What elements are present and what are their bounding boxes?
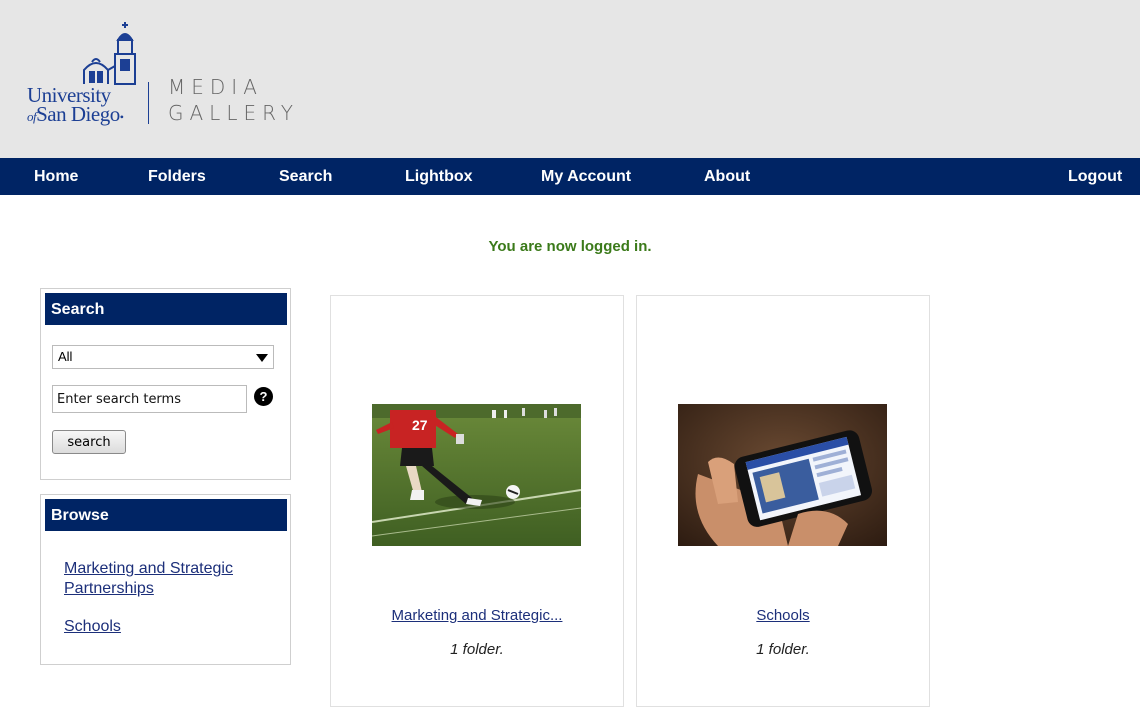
browse-panel-title: Browse <box>45 499 287 531</box>
title-line2: GALLERY <box>168 101 299 125</box>
search-panel-title: Search <box>45 293 287 325</box>
svg-text:27: 27 <box>412 417 428 433</box>
search-scope-value: All <box>58 349 73 364</box>
browse-link-schools[interactable]: Schools <box>64 617 121 637</box>
university-logo-text: University ofSan Diego• <box>27 85 167 127</box>
folder-count-marketing: 1 folder. <box>450 641 504 658</box>
nav-search[interactable]: Search <box>279 158 332 195</box>
browse-link-marketing[interactable]: Marketing and Strategic Partnerships <box>64 559 233 599</box>
folder-link-marketing[interactable]: Marketing and Strategic... <box>331 607 623 624</box>
search-panel: Search All ? search <box>40 288 291 480</box>
help-icon[interactable]: ? <box>254 387 273 406</box>
soccer-player-photo[interactable]: 27 <box>372 404 581 546</box>
folder-card-marketing: 27 Marketing and Strategic... 1 folder. <box>330 295 624 707</box>
logo-of: of <box>27 109 37 124</box>
folder-link-schools[interactable]: Schools <box>637 607 929 624</box>
folder-card-schools: Schools 1 folder. <box>636 295 930 707</box>
media-gallery-title: MEDIA GALLERY <box>168 74 299 126</box>
nav-lightbox[interactable]: Lightbox <box>405 158 473 195</box>
main-nav: Home Folders Search Lightbox My Account … <box>0 158 1140 195</box>
mission-bell-tower-logo-icon <box>83 22 136 85</box>
browse-panel: Browse Marketing and Strategic Partnersh… <box>40 494 291 665</box>
smartphone-photo[interactable] <box>678 404 887 546</box>
nav-logout[interactable]: Logout <box>1068 158 1122 195</box>
browse-link-marketing-line1: Marketing and Strategic <box>64 560 233 577</box>
folder-count-schools: 1 folder. <box>756 641 810 658</box>
nav-about[interactable]: About <box>704 158 750 195</box>
search-scope-select[interactable]: All <box>52 345 274 369</box>
logo-divider <box>148 82 149 124</box>
login-status-message: You are now logged in. <box>488 238 652 255</box>
nav-my-account[interactable]: My Account <box>541 158 631 195</box>
logo-line2: San Diego <box>36 102 120 126</box>
search-button[interactable]: search <box>52 430 126 454</box>
site-header: University ofSan Diego• MEDIA GALLERY <box>0 0 1140 158</box>
browse-link-marketing-line2: Partnerships <box>64 580 154 597</box>
logo-dot-icon: • <box>119 110 124 124</box>
dropdown-arrow-icon <box>256 354 268 362</box>
title-line1: MEDIA <box>168 75 263 99</box>
nav-folders[interactable]: Folders <box>148 158 206 195</box>
nav-home[interactable]: Home <box>34 158 78 195</box>
search-input[interactable] <box>52 385 247 413</box>
